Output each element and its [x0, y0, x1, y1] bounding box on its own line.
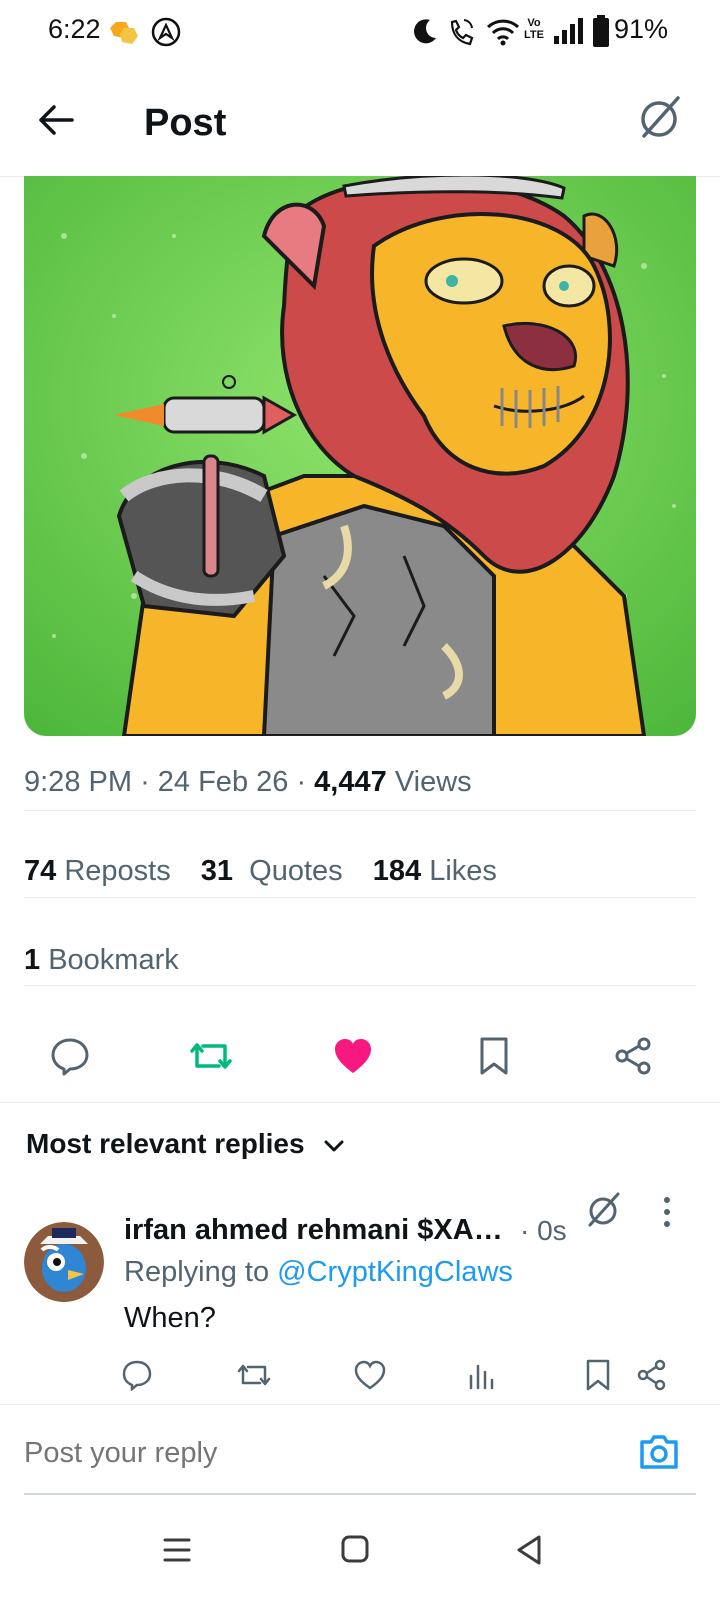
page-title: Post	[144, 102, 227, 144]
post-action-bar	[0, 1012, 720, 1103]
bookmarks-count: 1	[24, 944, 41, 976]
likes-count: 184	[372, 855, 422, 887]
chevron-down-icon	[324, 1140, 344, 1152]
reply-bookmark-button[interactable]	[578, 1355, 618, 1395]
status-time: 6:22	[48, 14, 101, 44]
divider	[24, 985, 696, 986]
home-icon[interactable]	[340, 1534, 370, 1564]
reply-reply-button[interactable]	[117, 1355, 157, 1395]
share-icon	[637, 1359, 666, 1391]
notification-app-icon	[110, 22, 138, 44]
reposts-label: Reposts	[64, 855, 171, 887]
signal-icon	[554, 18, 583, 44]
divider	[24, 897, 696, 898]
reply-sort-dropdown[interactable]: Most relevant replies	[26, 1128, 346, 1160]
grok-icon[interactable]	[584, 1190, 624, 1230]
avatar[interactable]	[24, 1222, 104, 1302]
quotes-count: 31	[200, 855, 234, 887]
bookmark-button[interactable]	[470, 1032, 518, 1080]
volte-indicator: Vo LTE	[524, 17, 544, 41]
reposts-stat[interactable]: 74 Reposts	[24, 855, 171, 887]
reply-icon	[122, 1360, 152, 1391]
camera-icon[interactable]	[638, 1433, 680, 1471]
replying-prefix: Replying to	[124, 1256, 270, 1288]
quotes-stat[interactable]: 31 Quotes	[201, 855, 343, 887]
reply-icon	[51, 1038, 89, 1076]
post-header: Post	[0, 64, 720, 177]
reply-composer	[0, 1404, 720, 1495]
recent-apps-icon[interactable]	[162, 1536, 192, 1564]
likes-stat[interactable]: 184 Likes	[373, 855, 497, 887]
likes-label: Likes	[429, 855, 497, 887]
post-time: 9:28 PM	[24, 766, 132, 798]
back-arrow-icon[interactable]	[36, 102, 76, 138]
divider	[24, 810, 696, 811]
composer-divider	[24, 1493, 696, 1495]
post-media-image[interactable]	[24, 176, 696, 736]
avatar-image	[24, 1222, 104, 1302]
reply-like-button[interactable]	[350, 1355, 390, 1395]
grok-icon[interactable]	[636, 94, 684, 142]
views-label: Views	[394, 766, 472, 798]
reply-share-button[interactable]	[632, 1355, 672, 1395]
battery-percent: 91%	[613, 14, 668, 44]
quotes-label: Quotes	[249, 855, 343, 887]
more-options-icon[interactable]	[660, 1194, 674, 1230]
reply-sort-label: Most relevant replies	[26, 1128, 305, 1159]
bookmarks-stat[interactable]: 1 Bookmark	[24, 944, 179, 977]
repost-icon	[190, 1043, 232, 1069]
replying-handle-link[interactable]: @CryptKingClaws	[277, 1256, 513, 1288]
bookmarks-label: Bookmark	[48, 944, 179, 976]
reply-action-bar	[0, 1355, 720, 1405]
repost-button[interactable]	[187, 1032, 235, 1080]
do-not-disturb-icon	[414, 19, 436, 44]
heart-filled-icon	[335, 1039, 371, 1073]
bookmark-icon	[586, 1359, 610, 1391]
replying-to: Replying to @CryptKingClaws	[124, 1256, 513, 1289]
battery-icon	[593, 15, 609, 47]
post-meta: 9:28 PM · 24 Feb 26 · 4,447 Views	[24, 766, 472, 798]
wifi-icon	[486, 19, 520, 46]
reply-input[interactable]	[24, 1437, 584, 1470]
reply-views-button[interactable]	[461, 1355, 501, 1395]
lion-illustration	[24, 176, 696, 736]
navigation-status-icon	[151, 17, 181, 47]
reply-author-name[interactable]: irfan ahmed rehmani $XA…	[124, 1214, 503, 1247]
back-icon[interactable]	[514, 1534, 544, 1566]
heart-icon	[354, 1360, 386, 1390]
reply-text: When?	[124, 1302, 216, 1334]
wifi-calling-icon	[450, 19, 474, 46]
repost-icon	[237, 1364, 271, 1386]
post-date: 24 Feb 26	[157, 766, 289, 798]
share-icon	[615, 1037, 651, 1075]
status-bar: 6:22 Vo LTE 91%	[0, 0, 720, 64]
reply-button[interactable]	[46, 1032, 94, 1080]
reposts-count: 74	[24, 855, 57, 887]
system-navigation-bar	[0, 1510, 720, 1600]
analytics-icon	[469, 1364, 494, 1390]
post-stats: 74 Reposts 31 Quotes 184 Likes	[24, 855, 519, 888]
share-button[interactable]	[610, 1032, 658, 1080]
reply-repost-button[interactable]	[234, 1355, 274, 1395]
reply-timestamp: · 0s	[520, 1215, 567, 1246]
views-count: 4,447	[314, 766, 387, 798]
bookmark-icon	[480, 1037, 508, 1075]
like-button[interactable]	[329, 1032, 377, 1080]
